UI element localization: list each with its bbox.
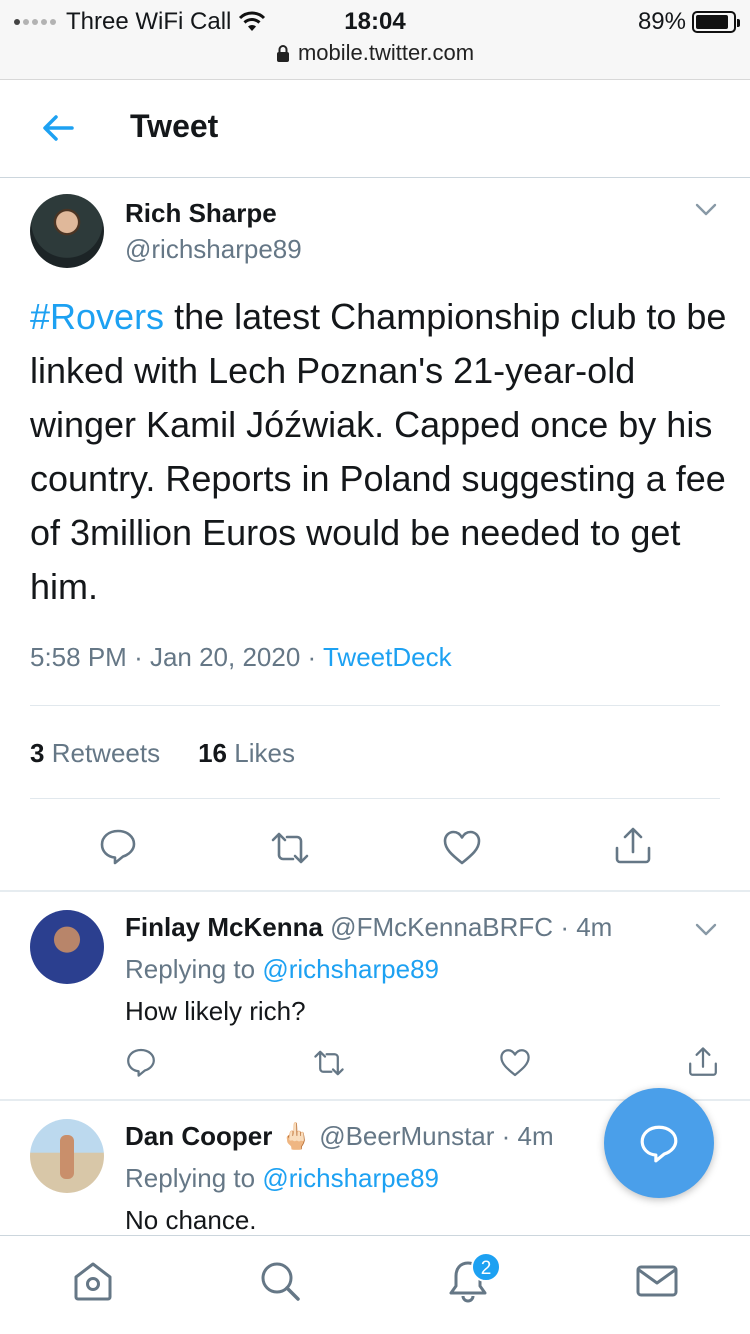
replying-to-mention[interactable]: @richsharpe89 (262, 1163, 439, 1193)
url-bar[interactable]: mobile.twitter.com (0, 40, 750, 66)
retweets-stat[interactable]: 3 Retweets (30, 738, 160, 769)
likes-label: Likes (234, 738, 295, 768)
reply-icon[interactable] (98, 826, 138, 866)
replying-to-mention[interactable]: @richsharpe89 (262, 954, 439, 984)
reply-icon[interactable] (125, 1046, 157, 1078)
retweet-icon[interactable] (312, 1047, 346, 1079)
tweet-date: Jan 20, 2020 (149, 642, 301, 672)
likes-stat[interactable]: 16 Likes (198, 738, 295, 769)
likes-count: 16 (198, 738, 228, 768)
retweet-icon[interactable] (270, 828, 310, 868)
bottom-nav: 2 (0, 1235, 750, 1334)
reply-author-name[interactable]: Finlay McKenna (125, 912, 323, 942)
avatar[interactable] (30, 194, 104, 268)
chevron-down-icon[interactable] (694, 197, 718, 221)
page-header: Tweet (0, 80, 750, 178)
reply-author-handle[interactable]: @FMcKennaBRFC (330, 912, 553, 942)
like-icon[interactable] (499, 1047, 531, 1079)
status-bar: Three WiFi Call 18:04 89% mobile.twitter… (0, 0, 750, 80)
reply-age: 4m (517, 1121, 554, 1151)
tweet-body: the latest Championship club to be linke… (30, 296, 727, 607)
author-handle[interactable]: @richsharpe89 (125, 234, 302, 265)
page-title: Tweet (130, 108, 219, 144)
tweet-text: #Rovers the latest Championship club to … (30, 290, 730, 614)
tweet-time: 5:58 PM (30, 642, 127, 672)
url-text: mobile.twitter.com (297, 40, 475, 65)
replying-to-prefix: Replying to (125, 1163, 256, 1193)
tweet-stats: 3 Retweets 16 Likes (30, 738, 295, 769)
like-icon[interactable] (442, 828, 482, 868)
share-icon[interactable] (687, 1045, 719, 1079)
home-icon[interactable] (70, 1258, 116, 1304)
reply-text: No chance. (125, 1205, 257, 1235)
avatar[interactable] (30, 1119, 104, 1193)
divider (0, 890, 750, 892)
retweets-label: Retweets (51, 738, 161, 768)
reply-author-handle[interactable]: @BeerMunstar (319, 1121, 494, 1151)
divider (30, 705, 720, 706)
tweet-source-link[interactable]: TweetDeck (323, 642, 452, 672)
reply-age: 4m (576, 912, 613, 942)
replying-to-prefix: Replying to (125, 954, 256, 984)
battery-icon (692, 11, 740, 33)
chevron-down-icon[interactable] (694, 917, 718, 941)
reply-header: Finlay McKenna @FMcKennaBRFC · 4m (125, 912, 613, 942)
retweets-count: 3 (30, 738, 45, 768)
emoji: 🖕🏻 (279, 1121, 312, 1151)
lock-icon (276, 45, 289, 62)
battery-percent: 89% (637, 8, 686, 35)
reply-header: Dan Cooper 🖕🏻 @BeerMunstar · 4m (125, 1121, 554, 1151)
avatar[interactable] (30, 910, 104, 984)
author-name[interactable]: Rich Sharpe (125, 198, 277, 229)
compose-button[interactable] (604, 1088, 714, 1198)
reply-author-name[interactable]: Dan Cooper (125, 1121, 272, 1151)
search-icon[interactable] (257, 1258, 303, 1304)
replying-to: Replying to @richsharpe89 (125, 954, 439, 985)
replying-to: Replying to @richsharpe89 (125, 1163, 439, 1194)
compose-reply-icon (640, 1125, 678, 1163)
battery-status: 89% (637, 8, 740, 36)
notifications-badge: 2 (471, 1252, 501, 1282)
hashtag-link[interactable]: #Rovers (30, 296, 164, 337)
messages-icon[interactable] (634, 1258, 680, 1304)
divider (30, 798, 720, 799)
share-icon[interactable] (613, 826, 653, 866)
tweet-meta: 5:58 PM · Jan 20, 2020 · TweetDeck (30, 642, 452, 672)
arrow-left-icon[interactable] (40, 110, 76, 146)
reply-text: How likely rich? (125, 996, 306, 1026)
